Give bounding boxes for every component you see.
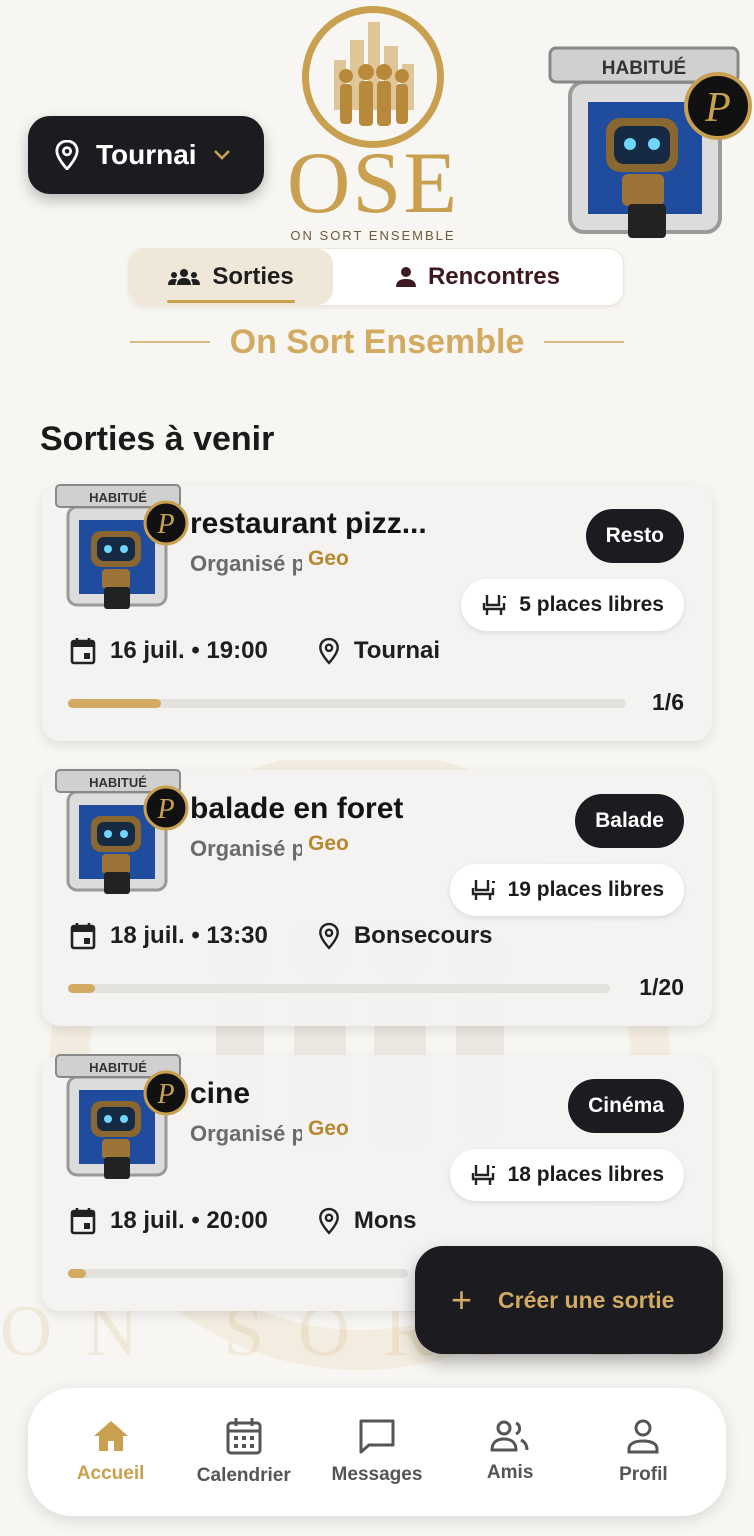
outing-meta: 18 juil. • 13:30 Bonsecours xyxy=(70,922,493,950)
organizer-prefix: Organisé par xyxy=(190,551,302,576)
participants-progress xyxy=(68,984,610,993)
city-selector-button[interactable]: Tournai xyxy=(28,116,264,194)
category-badge: Cinéma xyxy=(568,1079,684,1133)
app-logo: OSE ON SORT ENSEMBLE xyxy=(262,4,484,244)
participants-progress xyxy=(68,699,626,708)
organizer-prefix: Organisé par xyxy=(190,1121,302,1146)
outing-card[interactable]: HABITUÉ Pbalade en foret Organisé parGeo Ba… xyxy=(42,769,712,1026)
outing-location: Mons xyxy=(353,1207,417,1234)
outing-date: 16 juil. • 19:00 xyxy=(110,637,268,664)
participants-count: 1/6 xyxy=(652,689,684,715)
badge-letter: P xyxy=(156,1079,174,1110)
outing-location: Bonsecours xyxy=(353,922,493,949)
outing-title: balade en foret xyxy=(190,792,404,825)
create-outing-button[interactable]: + Créer une sortie xyxy=(415,1246,723,1354)
nav-messages-label: Messages xyxy=(331,1464,423,1485)
organizer-name[interactable]: Geo xyxy=(308,832,349,856)
badge-letter: P xyxy=(156,794,174,825)
section-title: On Sort Ensemble xyxy=(130,318,625,366)
tab-sorties[interactable]: Sorties xyxy=(129,249,333,305)
logo-skyline-icon xyxy=(334,22,414,126)
participants-progress-fill xyxy=(68,699,162,708)
outing-card[interactable]: HABITUÉ Prestaurant pizz... Organisé parGe… xyxy=(42,484,712,741)
location-pin-icon xyxy=(318,1207,339,1235)
nav-accueil-label: Accueil xyxy=(76,1463,145,1484)
category-badge: Resto xyxy=(585,509,684,563)
section-title-text: On Sort Ensemble xyxy=(229,322,525,361)
organizer-name[interactable]: Geo xyxy=(308,547,349,571)
badge-title: HABITUÉ xyxy=(602,57,686,79)
places-badge: 18 places libres xyxy=(449,1149,684,1201)
nav-calendrier[interactable]: Calendrier xyxy=(179,1417,309,1487)
mode-tabs: Sorties Rencontres xyxy=(128,248,624,306)
outing-title: restaurant pizz... xyxy=(190,507,427,540)
location-pin-icon xyxy=(318,637,339,665)
seat-icon xyxy=(471,880,495,900)
upcoming-heading: Sorties à venir xyxy=(40,420,275,458)
places-label: 19 places libres xyxy=(507,878,664,901)
organizer-avatar-badge: HABITUÉ P xyxy=(55,769,189,894)
divider xyxy=(130,341,210,343)
bottom-navigation: Accueil Calendrier Messages Amis Profil xyxy=(28,1388,726,1516)
user-avatar-badge[interactable]: HABITUÉ P xyxy=(536,44,754,244)
organizer-name[interactable]: Geo xyxy=(308,1117,349,1141)
badge-title: HABITUÉ xyxy=(89,775,147,790)
outing-location: Tournai xyxy=(353,637,441,664)
badge-letter: P xyxy=(704,85,731,131)
friends-icon xyxy=(490,1420,529,1452)
calendar-icon xyxy=(70,1208,96,1235)
calendar-icon xyxy=(226,1418,262,1455)
create-outing-label: Créer une sortie xyxy=(498,1286,675,1313)
participants-count: 1/20 xyxy=(639,974,684,1000)
location-pin-icon xyxy=(318,922,339,950)
organizer-avatar-badge: HABITUÉ P xyxy=(55,1054,189,1179)
tab-rencontres-label: Rencontres xyxy=(427,263,561,290)
outing-title: cine xyxy=(190,1077,251,1110)
badge-title: HABITUÉ xyxy=(89,1060,147,1075)
participants-progress-fill xyxy=(68,984,96,993)
places-badge: 5 places libres xyxy=(461,579,684,631)
home-icon xyxy=(93,1421,128,1451)
calendar-icon xyxy=(70,638,96,665)
profile-icon xyxy=(627,1419,659,1454)
places-badge: 19 places libres xyxy=(449,864,684,916)
outing-date: 18 juil. • 20:00 xyxy=(110,1207,268,1234)
tab-rencontres[interactable]: Rencontres xyxy=(333,249,623,305)
outing-meta: 16 juil. • 19:00 Tournai xyxy=(70,637,440,665)
participants-progress-fill xyxy=(68,1269,87,1278)
badge-letter: P xyxy=(156,509,174,540)
plus-icon: + xyxy=(451,1279,473,1320)
group-icon xyxy=(168,269,201,285)
outing-date: 18 juil. • 13:30 xyxy=(110,922,268,949)
category-badge: Balade xyxy=(575,794,684,848)
seat-icon xyxy=(471,1165,495,1185)
person-icon xyxy=(395,267,416,287)
logo-text: OSE xyxy=(286,135,460,232)
nav-accueil[interactable]: Accueil xyxy=(46,1419,176,1485)
badge-title: HABITUÉ xyxy=(89,490,147,505)
places-label: 18 places libres xyxy=(507,1163,664,1186)
nav-calendrier-label: Calendrier xyxy=(196,1465,291,1486)
calendar-icon xyxy=(70,923,96,950)
participants-progress xyxy=(68,1269,408,1278)
tab-sorties-label: Sorties xyxy=(212,263,294,290)
nav-amis-label: Amis xyxy=(486,1462,534,1483)
nav-profil[interactable]: Profil xyxy=(578,1418,708,1486)
nav-messages[interactable]: Messages xyxy=(312,1418,442,1486)
organizer-prefix: Organisé par xyxy=(190,836,302,861)
outing-meta: 18 juil. • 20:00 Mons xyxy=(70,1207,417,1235)
logo-tagline: ON SORT ENSEMBLE xyxy=(290,228,456,243)
chevron-down-icon xyxy=(213,150,230,160)
city-label: Tournai xyxy=(96,139,197,170)
divider xyxy=(544,341,625,343)
places-label: 5 places libres xyxy=(519,593,664,616)
organizer-avatar-badge: HABITUÉ P xyxy=(55,484,189,609)
location-pin-icon xyxy=(55,140,79,170)
nav-amis[interactable]: Amis xyxy=(445,1420,575,1484)
nav-profil-label: Profil xyxy=(619,1464,668,1485)
seat-icon xyxy=(483,595,507,615)
message-icon xyxy=(359,1419,395,1454)
